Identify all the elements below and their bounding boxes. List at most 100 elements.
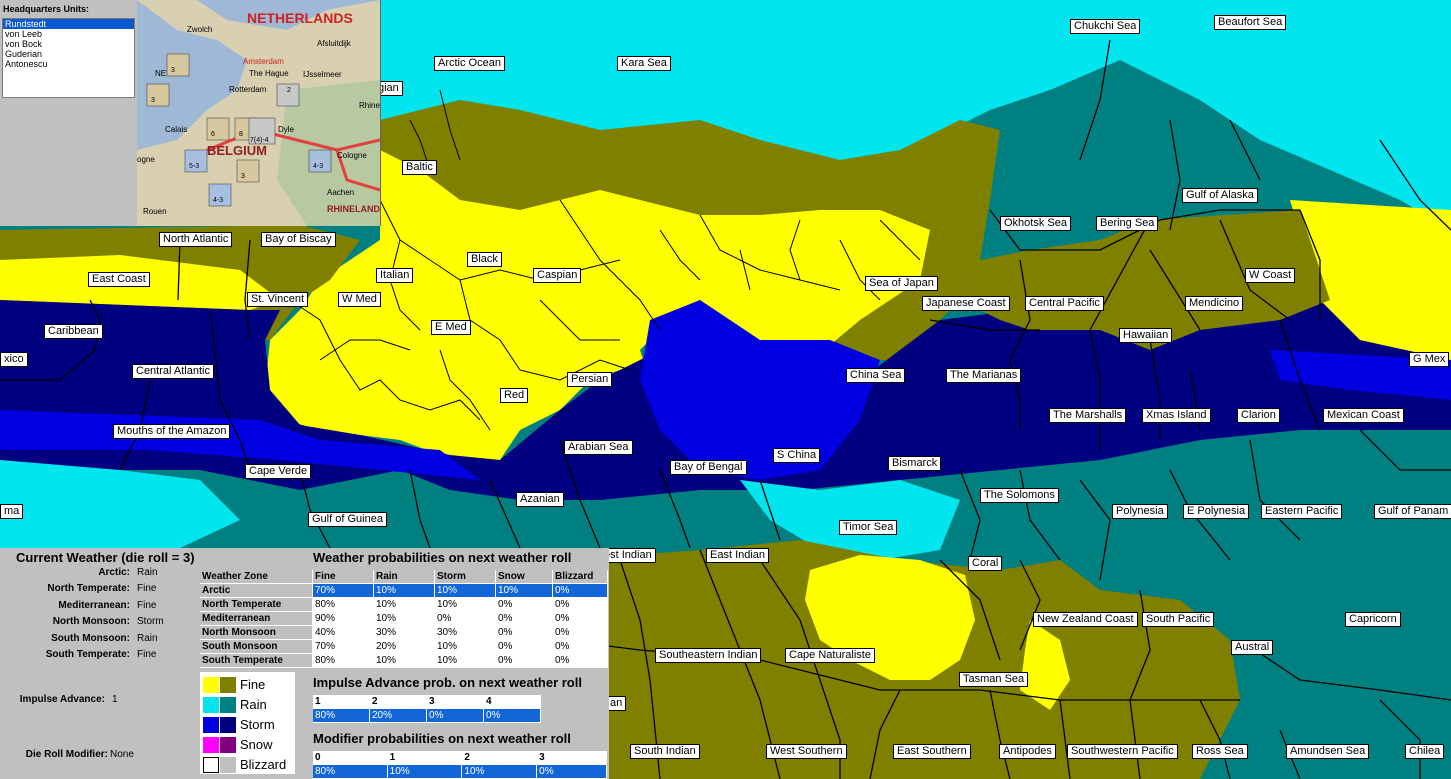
sea-area-label[interactable]: Ross Sea — [1192, 744, 1248, 759]
sea-area-label[interactable]: Gulf of Panam — [1374, 504, 1451, 519]
prob-cell: 0% — [536, 764, 607, 779]
sea-area-label[interactable]: Mexican Coast — [1323, 408, 1404, 423]
sea-area-label[interactable]: St. Vincent — [247, 292, 308, 307]
hq-unit-item[interactable]: von Leeb — [3, 29, 134, 39]
zone-value-north-temperate: Fine — [137, 583, 157, 594]
sea-area-label[interactable]: Caribbean — [44, 324, 103, 339]
sea-area-label[interactable]: South Pacific — [1142, 612, 1215, 627]
table-row[interactable]: North Monsoon 40% 30% 30% 0% 0% — [200, 625, 608, 640]
sea-area-label[interactable]: Xmas Island — [1142, 408, 1211, 423]
zone-value-south-temperate: Fine — [137, 649, 157, 660]
sea-area-label[interactable]: Polynesia — [1112, 504, 1168, 519]
prob-cell: 0% — [426, 708, 484, 723]
sea-area-label[interactable]: East Southern — [893, 744, 971, 759]
sea-area-label[interactable]: Southwestern Pacific — [1067, 744, 1178, 759]
table-row[interactable]: North Temperate 80% 10% 10% 0% 0% — [200, 597, 608, 612]
prob-cell: 0% — [552, 639, 608, 654]
modifier-prob-table: 0 1 2 3 80% 10% 10% 0% — [313, 751, 607, 779]
sea-area-label[interactable]: Hawaiian — [1119, 328, 1173, 343]
sea-area-label[interactable]: Mouths of the Amazon — [113, 424, 231, 439]
hq-title: Headquarters Units: — [3, 4, 90, 14]
sea-area-label[interactable]: The Marshalls — [1049, 408, 1127, 423]
sea-area-label[interactable]: S China — [773, 448, 821, 463]
table-row[interactable]: 80% 10% 10% 0% — [313, 764, 607, 779]
sea-area-label[interactable]: ma — [0, 504, 24, 519]
sea-area-label[interactable]: North Atlantic — [159, 232, 233, 247]
city-label: Dyle — [278, 125, 295, 134]
sea-area-label[interactable]: Bismarck — [888, 456, 942, 471]
sea-area-label[interactable]: Tasman Sea — [959, 672, 1029, 687]
sea-area-label[interactable]: Austral — [1231, 640, 1274, 655]
sea-area-label[interactable]: Okhotsk Sea — [1000, 216, 1071, 231]
sea-area-label[interactable]: E Med — [431, 320, 471, 335]
hq-unit-item[interactable]: von Bock — [3, 39, 134, 49]
sea-area-label[interactable]: The Solomons — [980, 488, 1059, 503]
sea-area-label[interactable]: Beaufort Sea — [1214, 15, 1287, 30]
zone-value-north-monsoon: Storm — [137, 616, 164, 627]
sea-area-label[interactable]: Bay of Bengal — [670, 460, 747, 475]
sea-area-label[interactable]: The Marianas — [946, 368, 1022, 383]
table-row[interactable]: South Temperate 80% 10% 10% 0% 0% — [200, 653, 608, 668]
sea-area-label[interactable]: Clarion — [1237, 408, 1280, 423]
sea-area-label[interactable]: Azanian — [516, 492, 564, 507]
sea-area-label[interactable]: South Indian — [630, 744, 700, 759]
table-row[interactable]: Arctic 70% 10% 10% 10% 0% — [200, 583, 608, 598]
sea-area-label[interactable]: E Polynesia — [1183, 504, 1250, 519]
sea-area-label[interactable]: East Indian — [706, 548, 770, 563]
sea-area-label[interactable]: Persian — [567, 372, 613, 387]
sea-area-label[interactable]: Mendicino — [1185, 296, 1244, 311]
sea-area-label[interactable]: G Mex — [1409, 352, 1450, 367]
sea-area-label[interactable]: New Zealand Coast — [1033, 612, 1138, 627]
table-row[interactable]: South Monsoon 70% 20% 10% 0% 0% — [200, 639, 608, 654]
counter-label: 2 — [287, 87, 291, 94]
legend-swatch — [220, 737, 236, 753]
table-row[interactable]: 80% 20% 0% 0% — [313, 708, 541, 723]
sea-area-label[interactable]: Arabian Sea — [564, 440, 633, 455]
zone-value-mediterranean: Fine — [137, 600, 157, 611]
sea-area-label[interactable]: Black — [467, 252, 502, 267]
hq-unit-item[interactable]: Rundstedt — [3, 19, 134, 29]
sea-area-label[interactable]: Gulf of Guinea — [308, 512, 387, 527]
hq-unit-item[interactable]: Antonescu — [3, 59, 134, 69]
sea-area-label[interactable]: Central Pacific — [1025, 296, 1104, 311]
sea-area-label[interactable]: Chilea — [1405, 744, 1445, 759]
hq-unit-list[interactable]: Rundstedt von Leeb von Bock Guderian Ant… — [2, 18, 135, 98]
sea-area-label[interactable]: Antipodes — [999, 744, 1056, 759]
sea-area-label[interactable]: Japanese Coast — [922, 296, 1010, 311]
sea-area-label[interactable]: Caspian — [533, 268, 582, 283]
sea-area-label[interactable]: Timor Sea — [839, 520, 898, 535]
prob-cell: 0% — [495, 625, 553, 640]
sea-area-label[interactable]: W Coast — [1245, 268, 1296, 283]
sea-area-label[interactable]: West Southern — [766, 744, 847, 759]
weather-prob-table: Weather Zone Fine Rain Storm Snow Blizza… — [200, 570, 608, 668]
sea-area-label[interactable]: Chukchi Sea — [1070, 19, 1141, 34]
prob-title: Weather probabilities on next weather ro… — [313, 550, 572, 565]
minimap[interactable]: NETHERLANDS BELGIUM RHINELAND Zwolch Afs… — [137, 0, 381, 226]
hq-unit-item[interactable]: Guderian — [3, 49, 134, 59]
sea-area-label[interactable]: Central Atlantic — [132, 364, 214, 379]
sea-area-label[interactable]: Arctic Ocean — [434, 56, 505, 71]
col-header: Storm — [434, 570, 496, 584]
sea-area-label[interactable]: Bering Sea — [1096, 216, 1159, 231]
sea-area-label[interactable]: W Med — [338, 292, 381, 307]
table-row[interactable]: Mediterranean 90% 10% 0% 0% 0% — [200, 611, 608, 626]
sea-area-label[interactable]: Baltic — [402, 160, 437, 175]
city-label: Brogne — [137, 155, 155, 164]
sea-area-label[interactable]: Bay of Biscay — [261, 232, 336, 247]
sea-area-label[interactable]: Kara Sea — [617, 56, 671, 71]
sea-area-label[interactable]: Coral — [968, 556, 1003, 571]
sea-area-label[interactable]: Southeastern Indian — [655, 648, 762, 663]
sea-area-label[interactable]: East Coast — [88, 272, 150, 287]
sea-area-label[interactable]: Cape Naturaliste — [785, 648, 875, 663]
sea-area-label[interactable]: xico — [0, 352, 28, 367]
sea-area-label[interactable]: Red — [500, 388, 529, 403]
sea-area-label[interactable]: Gulf of Alaska — [1182, 188, 1258, 203]
sea-area-label[interactable]: Amundsen Sea — [1286, 744, 1370, 759]
sea-area-label[interactable]: Capricorn — [1345, 612, 1401, 627]
sea-area-label[interactable]: an — [606, 696, 627, 711]
sea-area-label[interactable]: Sea of Japan — [865, 276, 938, 291]
sea-area-label[interactable]: Eastern Pacific — [1261, 504, 1343, 519]
sea-area-label[interactable]: China Sea — [846, 368, 906, 383]
sea-area-label[interactable]: Cape Verde — [245, 464, 312, 479]
sea-area-label[interactable]: Italian — [376, 268, 414, 283]
